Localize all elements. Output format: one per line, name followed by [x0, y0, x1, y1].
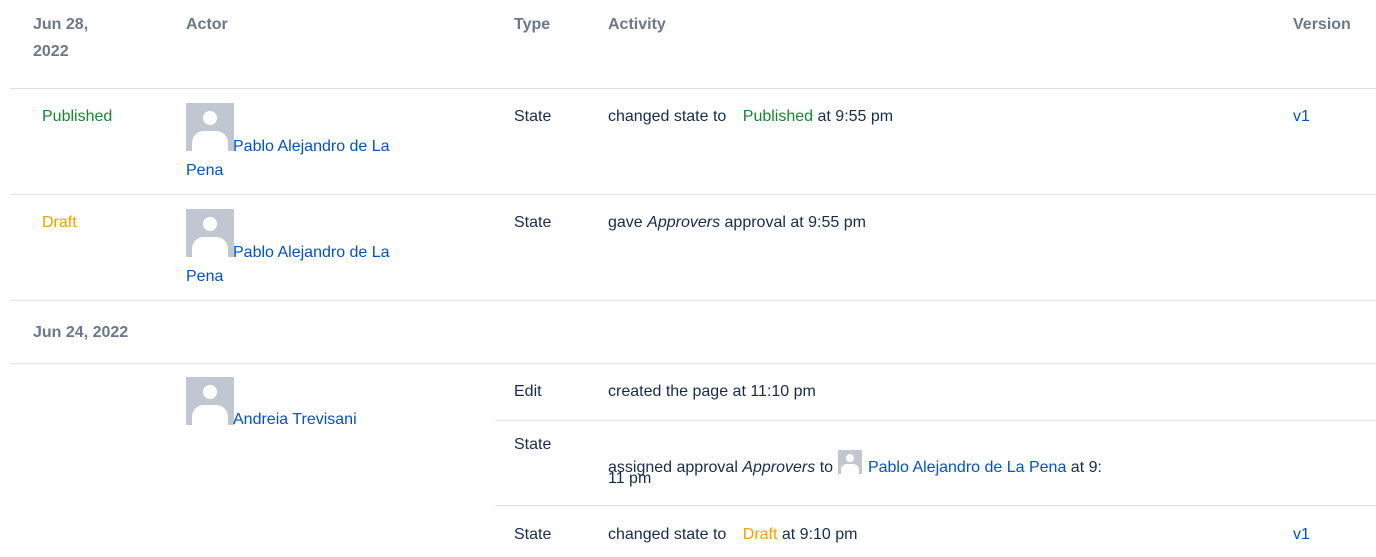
actor-column-header: Actor — [186, 16, 228, 33]
type-column-header: Type — [514, 16, 551, 33]
activity-cell: changed state to Draft at 9:10 pm — [608, 525, 858, 544]
activity-time: at 9:10 pm — [781, 526, 858, 543]
activity-cell: assigned approval Approvers to Pablo Ale… — [608, 450, 1102, 477]
activity-cell: created the page at 11:10 pm — [608, 383, 816, 400]
version-link[interactable]: v1 — [1293, 525, 1310, 544]
activity-cell: gave Approvers approval at 9:55 pm — [608, 213, 866, 232]
avatar-icon — [186, 103, 234, 151]
divider — [495, 420, 1376, 421]
activity-text-to: to — [819, 459, 834, 476]
version-link[interactable]: v1 — [1293, 107, 1310, 126]
approvers-label: Approvers — [742, 459, 816, 476]
actor-link-continued[interactable]: Pena — [186, 161, 223, 180]
divider — [10, 194, 1376, 195]
status-badge: Draft — [42, 214, 77, 231]
activity-time-continued: 11 pm — [608, 470, 652, 487]
approvers-label: Approvers — [647, 214, 721, 231]
type-cell: State — [514, 526, 552, 543]
activity-time: at 9: — [1070, 459, 1102, 476]
status-badge: Published — [42, 108, 113, 125]
divider — [10, 363, 1376, 364]
type-cell: Edit — [514, 383, 542, 400]
divider — [10, 300, 1376, 301]
activity-text: changed state to — [608, 108, 727, 125]
type-cell: State — [514, 436, 552, 453]
avatar-icon — [186, 209, 234, 257]
activity-column-header: Activity — [608, 16, 666, 33]
activity-text: changed state to — [608, 526, 727, 543]
date-header-line2: 2022 — [33, 43, 69, 60]
assignee-link[interactable]: Pablo Alejandro de La Pena — [868, 459, 1066, 476]
date-group-header: Jun 24, 2022 — [33, 324, 129, 341]
state-label-published: Published — [742, 108, 814, 125]
actor-link[interactable]: Pablo Alejandro de La — [233, 137, 390, 156]
activity-cell: changed state to Published at 9:55 pm — [608, 107, 893, 126]
activity-text: gave — [608, 214, 643, 231]
type-cell: State — [514, 108, 552, 125]
type-cell: State — [514, 214, 552, 231]
actor-link[interactable]: Andreia Trevisani — [233, 410, 357, 429]
divider — [495, 505, 1376, 506]
state-label-draft: Draft — [742, 526, 778, 543]
date-header: Jun 28, 2022 — [33, 11, 88, 65]
activity-time: approval at 9:55 pm — [724, 214, 866, 231]
avatar-icon — [837, 450, 862, 474]
avatar-icon — [186, 377, 234, 425]
divider — [10, 88, 1376, 89]
activity-time: at 9:55 pm — [817, 108, 894, 125]
actor-link-continued[interactable]: Pena — [186, 267, 223, 286]
actor-link[interactable]: Pablo Alejandro de La — [233, 243, 390, 262]
version-column-header: Version — [1293, 16, 1351, 33]
date-header-line1: Jun 28, — [33, 16, 89, 33]
